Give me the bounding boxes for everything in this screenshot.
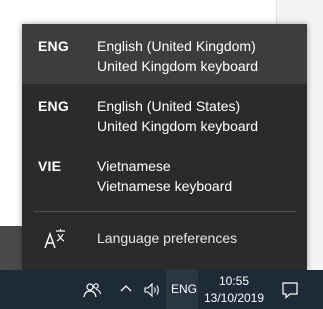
flyout-divider: [34, 211, 296, 212]
input-indicator-button[interactable]: ENG: [166, 270, 198, 309]
language-name: English (United States): [97, 98, 241, 114]
language-item-english-us[interactable]: ENG English (United States) United Kingd…: [22, 84, 307, 144]
volume-icon[interactable]: [142, 280, 162, 300]
taskbar: ENG 10:55 13/10/2019: [0, 270, 323, 309]
chevron-up-icon[interactable]: [119, 282, 133, 296]
keyboard-layout: Vietnamese keyboard: [97, 178, 233, 194]
language-flyout: ENG English (United Kingdom) United King…: [22, 24, 307, 270]
clock-date: 13/10/2019: [203, 291, 265, 305]
language-code: ENG: [38, 38, 69, 54]
language-icon: [42, 226, 68, 252]
language-name: Vietnamese: [97, 158, 171, 174]
language-name: English (United Kingdom): [97, 38, 256, 54]
action-center-icon[interactable]: [280, 280, 300, 300]
keyboard-layout: United Kingdom keyboard: [97, 118, 259, 134]
input-indicator-label: ENG: [171, 282, 198, 296]
keyboard-layout: United Kingdom keyboard: [97, 58, 259, 74]
people-icon[interactable]: [82, 280, 102, 300]
clock-time: 10:55: [218, 274, 250, 288]
language-item-vietnamese[interactable]: VIE Vietnamese Vietnamese keyboard: [22, 144, 307, 204]
language-item-english-uk[interactable]: ENG English (United Kingdom) United King…: [22, 24, 307, 84]
language-preferences-label: Language preferences: [97, 230, 238, 246]
language-code: VIE: [38, 158, 62, 174]
language-code: ENG: [38, 98, 69, 114]
clock-button[interactable]: 10:55 13/10/2019: [201, 270, 267, 309]
language-preferences-link[interactable]: Language preferences: [22, 222, 307, 262]
